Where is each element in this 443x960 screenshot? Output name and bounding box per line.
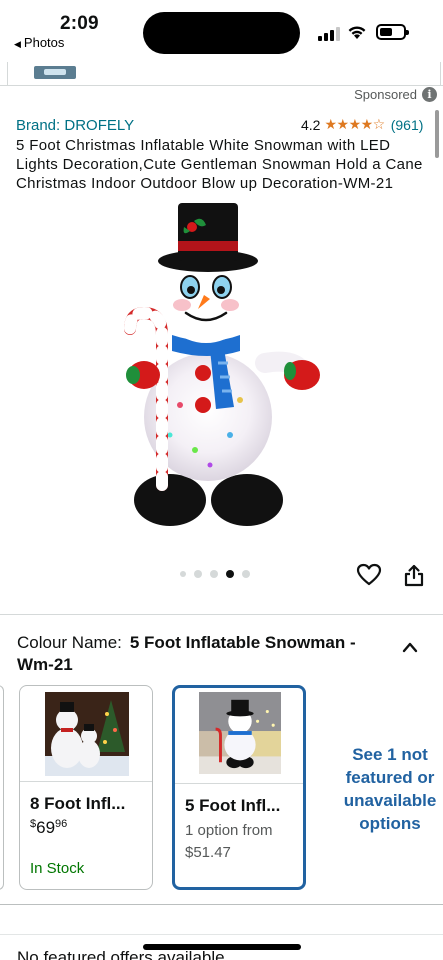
option-price-from: $51.47 [185, 844, 231, 861]
snowman-thumbnail [199, 692, 281, 774]
dynamic-island [143, 12, 300, 54]
rating-summary[interactable]: 4.2 ★★★★☆ (961) [301, 116, 423, 133]
snowman-family-thumbnail [45, 692, 129, 776]
section-divider [0, 904, 443, 905]
rating-value: 4.2 [301, 116, 321, 133]
option-availability: 1 option from $51.47 [185, 820, 273, 864]
pagination-dot[interactable] [210, 570, 218, 578]
option-thumbnail [20, 686, 152, 782]
previous-product-thumbnail[interactable] [34, 66, 76, 79]
back-to-photos-link[interactable]: ◀ Photos [14, 35, 64, 50]
variation-option-partial[interactable] [0, 685, 4, 890]
heart-icon[interactable] [356, 563, 382, 587]
clock-time: 2:09 [60, 13, 99, 34]
image-pagination-dots[interactable] [180, 570, 250, 578]
chevron-up-icon[interactable] [401, 640, 419, 654]
sponsored-label[interactable]: Sponsored i [354, 87, 437, 102]
section-divider [0, 934, 443, 935]
option-name: 5 Foot Infl... [185, 796, 281, 815]
product-image[interactable] [110, 195, 340, 535]
option-stock-status: In Stock [30, 860, 85, 877]
info-icon[interactable]: i [422, 87, 437, 102]
variation-option-5ft-selected[interactable]: 5 Foot Infl... 1 option from $51.47 [172, 685, 306, 890]
brand-link[interactable]: Brand: DROFELY [16, 117, 134, 134]
see-unavailable-options-link[interactable]: See 1 not featured or unavailable option… [338, 743, 442, 835]
wifi-icon [348, 26, 366, 39]
price-cents: 96 [55, 818, 68, 830]
variation-name-label: Colour Name: [17, 633, 122, 652]
status-bar: 2:09 ◀ Photos [0, 0, 443, 62]
sponsored-text: Sponsored [354, 87, 417, 102]
previous-result-strip [0, 62, 443, 86]
home-indicator[interactable] [143, 944, 301, 950]
section-divider [0, 614, 443, 615]
variation-option-8ft[interactable]: 8 Foot Infl... $6996 In Stock [19, 685, 153, 890]
pagination-dot-active[interactable] [226, 570, 234, 578]
variation-label[interactable]: Colour Name: 5 Foot Inflatable Snowman - … [17, 632, 397, 676]
option-availability-line1: 1 option from [185, 822, 273, 839]
back-arrow-icon: ◀ [14, 39, 21, 49]
rating-count: (961) [390, 116, 424, 133]
back-app-label: Photos [23, 35, 65, 50]
pagination-dot[interactable] [194, 570, 202, 578]
option-thumbnail [175, 688, 303, 784]
pagination-dot[interactable] [180, 571, 186, 577]
product-title[interactable]: 5 Foot Christmas Inflatable White Snowma… [16, 136, 436, 193]
option-name: 8 Foot Infl... [30, 794, 126, 813]
cellular-signal-icon [318, 27, 340, 41]
battery-icon [376, 24, 409, 40]
rating-stars-icon: ★★★★☆ [324, 116, 385, 132]
pagination-dot[interactable] [242, 570, 250, 578]
share-icon[interactable] [402, 563, 426, 587]
price-dollars: 69 [36, 818, 56, 837]
option-price: $6996 [30, 818, 67, 838]
